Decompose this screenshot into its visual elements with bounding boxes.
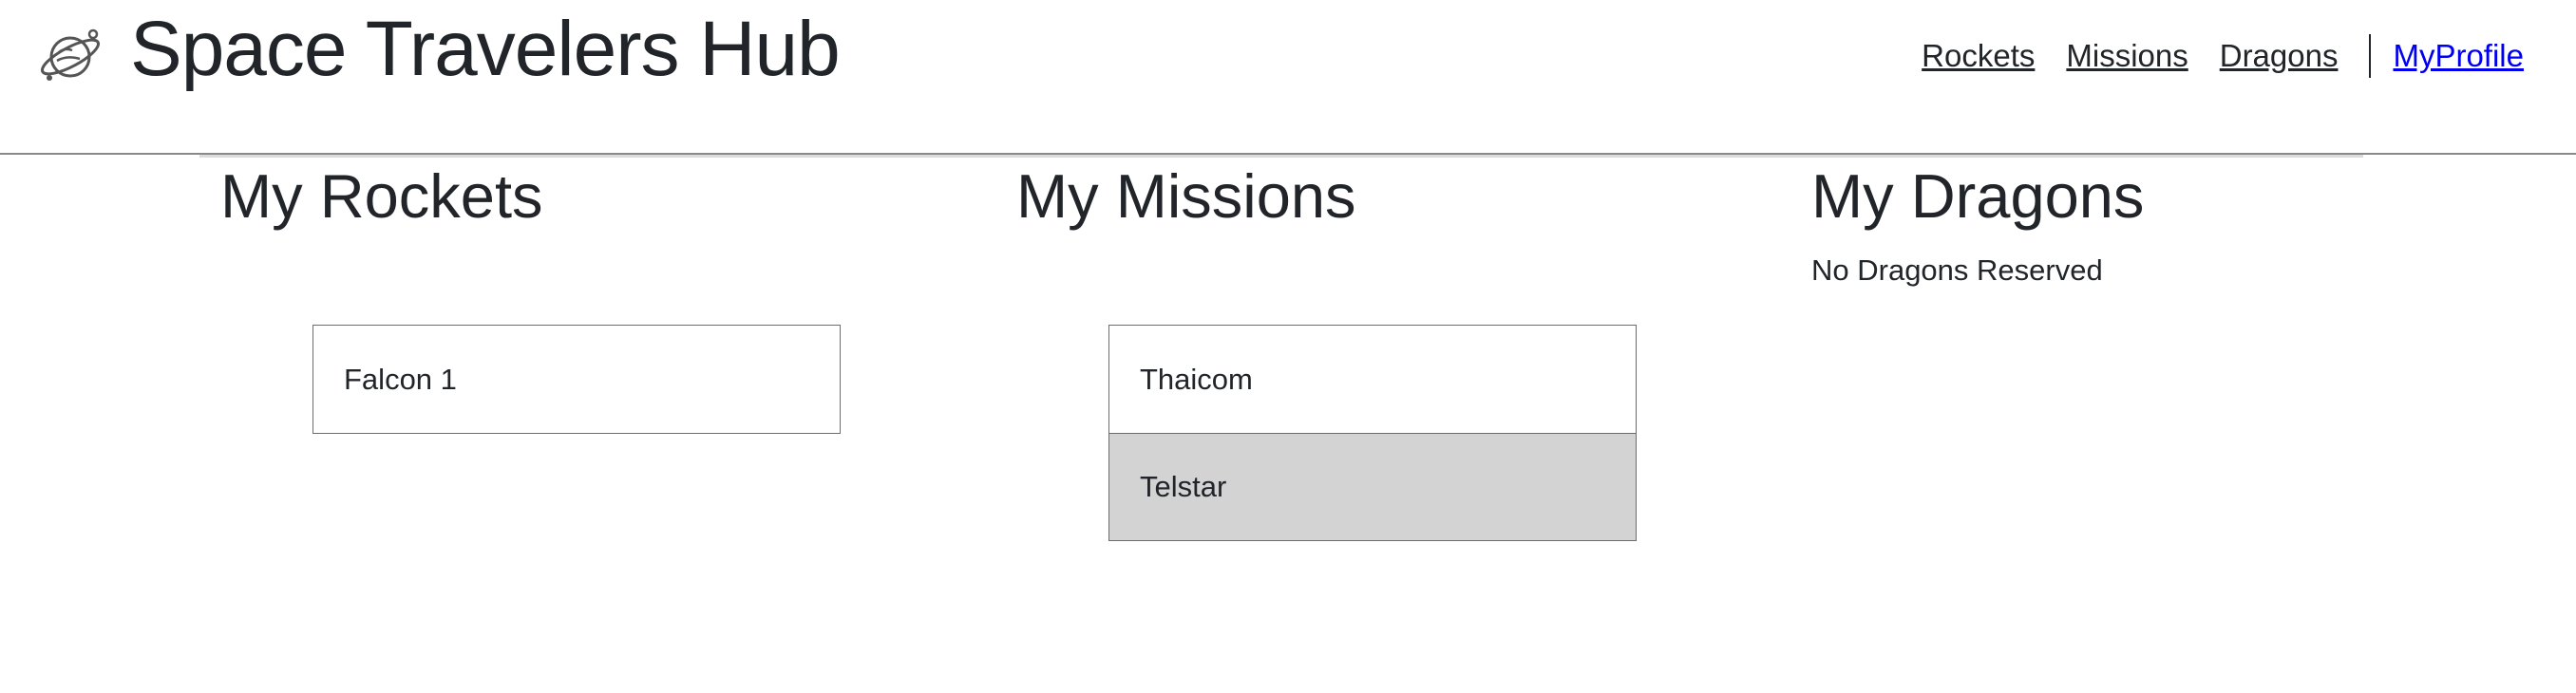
nav-link-rockets[interactable]: Rockets bbox=[1922, 34, 2035, 78]
list-item: Thaicom bbox=[1140, 362, 1253, 396]
nav-divider bbox=[2369, 34, 2372, 78]
site-header: Space Travelers Hub Rockets Missions Dra… bbox=[0, 0, 2576, 155]
nav-link-myprofile[interactable]: MyProfile bbox=[2393, 34, 2524, 78]
nav-link-dragons[interactable]: Dragons bbox=[2220, 34, 2339, 78]
my-rockets-title: My Rockets bbox=[220, 161, 543, 231]
list-item: Falcon 1 bbox=[344, 362, 457, 396]
rockets-list: Falcon 1 bbox=[313, 325, 841, 434]
main-nav: Rockets Missions Dragons MyProfile bbox=[1890, 34, 2524, 78]
my-dragons-title: My Dragons bbox=[1811, 161, 2145, 231]
no-dragons-message: No Dragons Reserved bbox=[1811, 253, 2103, 287]
brand-title: Space Travelers Hub bbox=[130, 6, 841, 92]
planet-icon bbox=[40, 28, 101, 81]
missions-list: Thaicom Telstar bbox=[1108, 325, 1637, 541]
my-missions-title: My Missions bbox=[1016, 161, 1356, 231]
nav-link-missions[interactable]: Missions bbox=[2066, 34, 2188, 78]
list-item: Telstar bbox=[1109, 433, 1636, 540]
